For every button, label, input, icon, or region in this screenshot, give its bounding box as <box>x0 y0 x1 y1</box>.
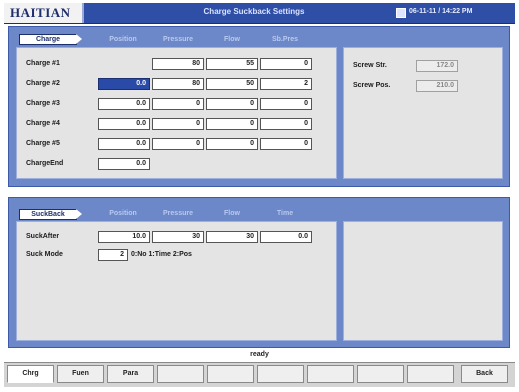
charge-1-sb-pres[interactable]: 0 <box>260 58 312 70</box>
charge-col-position: Position <box>109 36 137 43</box>
fkey-4[interactable] <box>157 365 204 383</box>
charge-5-position[interactable]: 0.0 <box>98 138 150 150</box>
charge-1-flow[interactable]: 55 <box>206 58 258 70</box>
suck-after-time[interactable]: 0.0 <box>260 231 312 243</box>
charge-3-flow[interactable]: 0 <box>206 98 258 110</box>
charge-3-pressure[interactable]: 0 <box>152 98 204 110</box>
suck-mode-hint: 0:No 1:Time 2:Pos <box>131 251 192 258</box>
tab-charge[interactable]: Charge <box>19 34 82 45</box>
suck-after-pressure[interactable]: 30 <box>152 231 204 243</box>
charge-2-sb-pres[interactable]: 2 <box>260 78 312 90</box>
suck-mode-label: Suck Mode <box>26 251 63 258</box>
charge-4-label: Charge #4 <box>26 120 60 127</box>
suckback-table-area: SuckAfter 10.0 30 30 0.0 Suck Mode 2 0:N… <box>16 221 337 341</box>
fkey-fuen[interactable]: Fuen <box>57 365 104 383</box>
logo: HAITIAN <box>4 3 84 23</box>
screw-pos-value: 210.0 <box>416 80 458 92</box>
suck-after-position[interactable]: 10.0 <box>98 231 150 243</box>
charge-col-sb-pres: Sb.Pres <box>271 36 299 43</box>
suck-after-flow[interactable]: 30 <box>206 231 258 243</box>
charge-suckback-screen: HAITIAN Charge Suckback Settings 06-11-1… <box>0 0 519 392</box>
screw-pos-label: Screw Pos. <box>353 82 391 89</box>
clock-icon <box>396 8 406 18</box>
charge-3-position[interactable]: 0.0 <box>98 98 150 110</box>
charge-4-position[interactable]: 0.0 <box>98 118 150 130</box>
fkey-9[interactable] <box>407 365 454 383</box>
charge-3-label: Charge #3 <box>26 100 60 107</box>
suck-mode-field[interactable]: 2 <box>98 249 128 261</box>
suck-after-label: SuckAfter <box>26 233 60 240</box>
screen-title: Charge Suckback Settings <box>203 7 305 16</box>
fkey-5[interactable] <box>207 365 254 383</box>
logo-text: HAITIAN <box>10 5 71 20</box>
charge-panel: Charge Position Pressure Flow Sb.Pres Ch… <box>8 26 510 187</box>
charge-5-label: Charge #5 <box>26 140 60 147</box>
datetime: 06-11-11 / 14:22 PM <box>409 8 473 15</box>
suckback-side-area <box>343 221 503 341</box>
charge-1-label: Charge #1 <box>26 60 60 67</box>
charge-2-pressure[interactable]: 80 <box>152 78 204 90</box>
charge-2-label: Charge #2 <box>26 80 60 87</box>
charge-2-position[interactable]: 0.0 <box>98 78 150 90</box>
screw-str-label: Screw Str. <box>353 62 387 69</box>
tab-suckback[interactable]: SuckBack <box>19 209 82 220</box>
charge-end-label: ChargeEnd <box>26 160 64 167</box>
charge-2-flow[interactable]: 50 <box>206 78 258 90</box>
charge-col-flow: Flow <box>224 36 240 43</box>
charge-4-sb-pres[interactable]: 0 <box>260 118 312 130</box>
charge-col-pressure: Pressure <box>163 36 193 43</box>
charge-5-pressure[interactable]: 0 <box>152 138 204 150</box>
fkey-6[interactable] <box>257 365 304 383</box>
status-text: ready <box>250 351 269 358</box>
fkey-back[interactable]: Back <box>461 365 508 383</box>
charge-table-area: Charge #1 80 55 0 Charge #2 0.0 80 50 2 … <box>16 47 337 179</box>
fkey-8[interactable] <box>357 365 404 383</box>
title-bar: HAITIAN Charge Suckback Settings 06-11-1… <box>4 3 515 24</box>
charge-4-flow[interactable]: 0 <box>206 118 258 130</box>
suckback-col-flow: Flow <box>224 210 240 217</box>
screw-info-area: Screw Str. 172.0 Screw Pos. 210.0 <box>343 47 503 179</box>
suckback-col-position: Position <box>109 210 137 217</box>
suckback-col-time: Time <box>276 210 294 217</box>
fkey-para[interactable]: Para <box>107 365 154 383</box>
charge-end-position[interactable]: 0.0 <box>98 158 150 170</box>
charge-5-sb-pres[interactable]: 0 <box>260 138 312 150</box>
function-key-bar: Chrg Fuen Para Back <box>4 362 515 387</box>
charge-5-flow[interactable]: 0 <box>206 138 258 150</box>
charge-3-sb-pres[interactable]: 0 <box>260 98 312 110</box>
suckback-col-pressure: Pressure <box>163 210 193 217</box>
fkey-charge[interactable]: Chrg <box>7 365 54 383</box>
screw-str-value: 172.0 <box>416 60 458 72</box>
suckback-panel: SuckBack Position Pressure Flow Time Suc… <box>8 197 510 348</box>
fkey-7[interactable] <box>307 365 354 383</box>
charge-1-pressure[interactable]: 80 <box>152 58 204 70</box>
charge-4-pressure[interactable]: 0 <box>152 118 204 130</box>
